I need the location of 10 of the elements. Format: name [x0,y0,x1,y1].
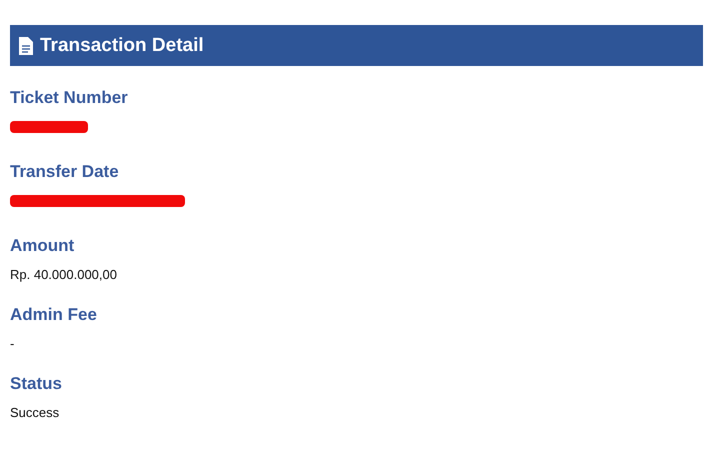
field-label: Amount [10,235,74,257]
field-label: Admin Fee [10,304,97,326]
document-icon [18,36,34,56]
field-label: Status [10,373,62,395]
field-label: Ticket Number [10,87,128,109]
field-value: Success [10,405,60,421]
panel-title: Transaction Detail [40,34,204,56]
field-value: Rp. 40.000.000,00 [10,267,117,283]
field-value: - [10,336,14,352]
field-label: Transfer Date [10,161,119,183]
